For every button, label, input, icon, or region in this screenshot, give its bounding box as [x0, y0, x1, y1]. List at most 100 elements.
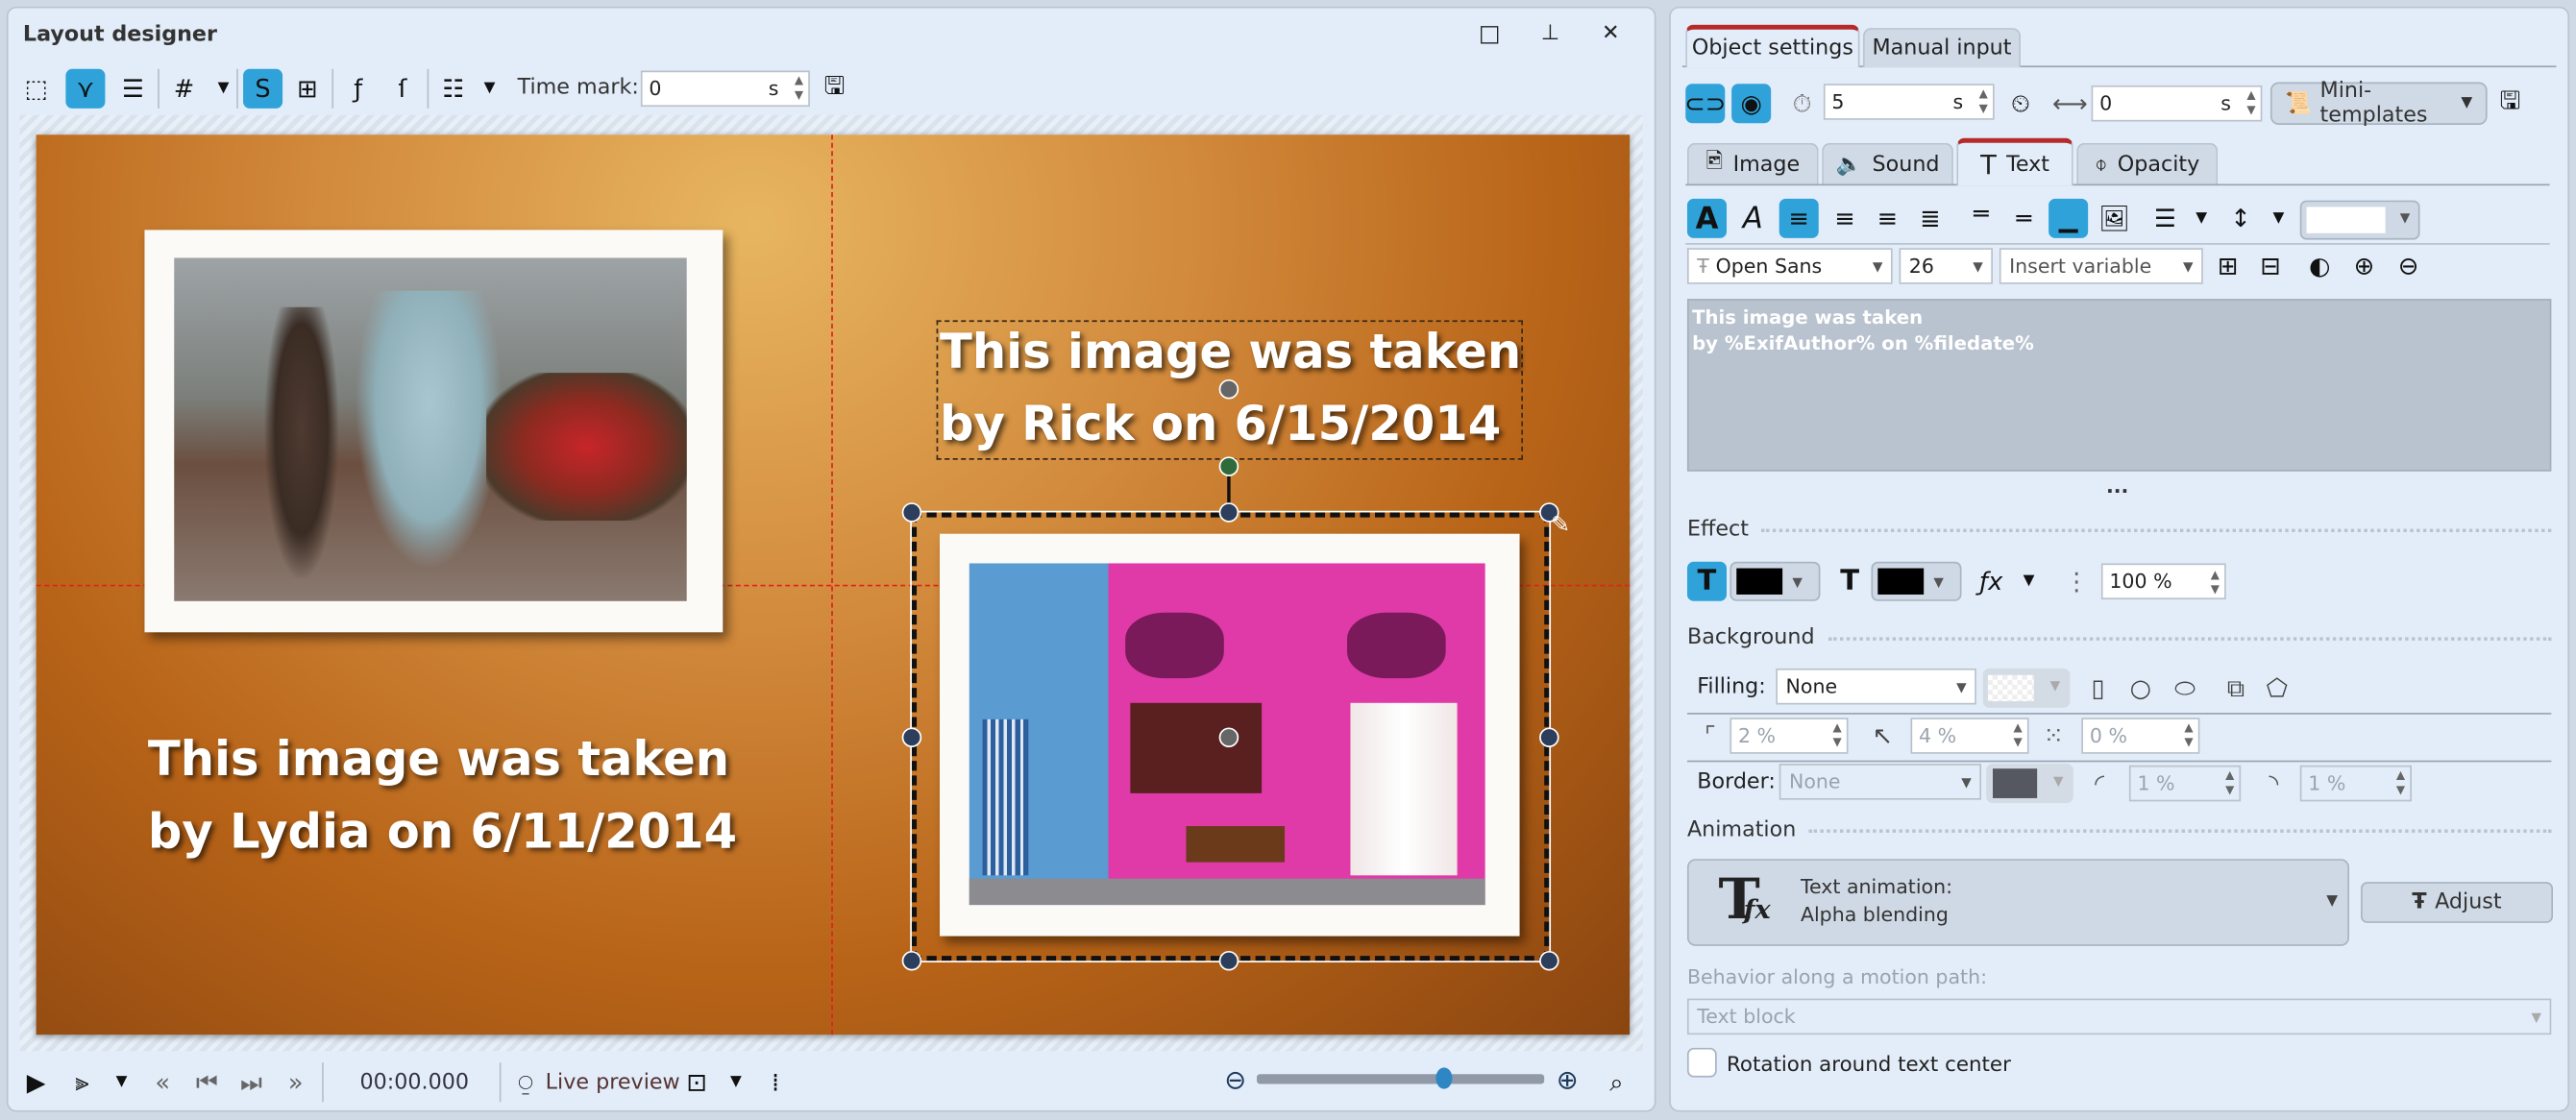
- line-spacing-icon[interactable]: ↕: [2221, 199, 2261, 238]
- text-image-icon[interactable]: 🖼: [2095, 199, 2134, 238]
- caption-center-handle[interactable]: [1218, 378, 1239, 400]
- contrast-icon[interactable]: ◐: [2300, 246, 2340, 285]
- text-editor[interactable]: This image was taken by %ExifAuthor% on %…: [1686, 299, 2552, 472]
- effect-opacity-input[interactable]: 100 % ▲ ▼: [2100, 563, 2226, 600]
- select-tool-icon[interactable]: ⬚: [16, 69, 56, 109]
- border-width-input[interactable]: 1 % ▲ ▼: [2128, 765, 2242, 802]
- tab-opacity[interactable]: ⌽ Opacity: [2076, 142, 2219, 184]
- markers-icon[interactable]: ⁞: [756, 1062, 796, 1102]
- custom-shape-icon[interactable]: ⧉: [2217, 669, 2256, 708]
- resize-handle-bl[interactable]: [901, 950, 922, 971]
- zoom-slider-thumb[interactable]: [1435, 1067, 1453, 1089]
- mini-templates-button[interactable]: 📜 Mini-templates ▼: [2269, 79, 2488, 128]
- resize-handle-r[interactable]: [1539, 727, 1559, 747]
- bold-icon[interactable]: A: [1686, 198, 1727, 238]
- grid-icon[interactable]: #: [164, 69, 204, 109]
- next-icon[interactable]: ⏭: [232, 1062, 271, 1102]
- export-dropdown-icon[interactable]: ▼: [716, 1062, 755, 1102]
- link-icon[interactable]: ⊂⊃: [1684, 84, 1726, 124]
- split-icon[interactable]: ⊟: [2250, 246, 2290, 285]
- border-radius-input[interactable]: 1 % ▲ ▼: [2299, 765, 2412, 802]
- play-from-marker-icon[interactable]: ⫸: [62, 1062, 102, 1102]
- center-handle[interactable]: [1218, 727, 1239, 747]
- resize-handle-l[interactable]: [901, 727, 922, 747]
- caption-left[interactable]: This image was taken by Lydia on 6/11/201…: [148, 722, 737, 866]
- auto-duration-icon[interactable]: ⏲: [2001, 84, 2041, 123]
- zoom-in-icon[interactable]: ⊕: [1548, 1059, 1587, 1099]
- resize-handle-tl[interactable]: [901, 502, 922, 523]
- zoom-slider[interactable]: [1256, 1074, 1545, 1084]
- resize-handle-b[interactable]: [1218, 950, 1239, 971]
- zoom-fit-icon[interactable]: ⌕: [1597, 1062, 1636, 1102]
- fast-forward-icon[interactable]: »: [276, 1062, 315, 1102]
- opacity-steps-icon[interactable]: ⋮: [2057, 562, 2097, 601]
- offset-icon[interactable]: ⟷: [2050, 84, 2090, 123]
- maximize-button[interactable]: □: [1479, 21, 1501, 47]
- align-right-icon[interactable]: ≡: [1868, 199, 1907, 238]
- adjust-button[interactable]: Ŧ Adjust: [2360, 882, 2554, 923]
- list-icon[interactable]: ☷: [433, 69, 473, 109]
- outline-color-picker[interactable]: ▼: [1730, 561, 1821, 601]
- duration-input[interactable]: 5 s ▲ ▼: [1823, 84, 1995, 120]
- zoom-in-text-icon[interactable]: ⊕: [2344, 246, 2384, 285]
- motion-path-icon[interactable]: ⋎: [65, 68, 106, 109]
- text-outline-icon[interactable]: T: [1686, 561, 1727, 601]
- filling-select[interactable]: None ▼: [1776, 668, 1976, 705]
- circle-shape-icon[interactable]: ○: [2121, 669, 2160, 708]
- curve-path-icon[interactable]: S: [243, 68, 283, 109]
- close-button[interactable]: ✕: [1602, 21, 1620, 46]
- tab-sound[interactable]: 🔈 Sound: [1822, 142, 1953, 184]
- effect-fx-icon[interactable]: ƒx: [1972, 562, 2011, 601]
- spacing-dropdown-icon[interactable]: ▼: [2259, 199, 2298, 238]
- ellipse-shape-icon[interactable]: ⬭: [2166, 669, 2205, 708]
- list-dropdown-icon[interactable]: ▼: [470, 69, 509, 109]
- align-center-icon[interactable]: ≡: [1826, 199, 1865, 238]
- more-handle[interactable]: ...: [2106, 475, 2128, 498]
- align-left-icon[interactable]: ≡: [1779, 198, 1819, 238]
- valign-top-icon[interactable]: ═: [1962, 194, 2001, 233]
- add-point-icon[interactable]: ƒ: [338, 69, 378, 109]
- save-icon[interactable]: 🖫: [815, 69, 854, 109]
- save-template-icon[interactable]: 🖫: [2490, 84, 2530, 123]
- live-preview-icon[interactable]: ⍜: [506, 1062, 546, 1102]
- camera-frame-icon[interactable]: ⊞: [287, 69, 327, 109]
- tab-manual-input[interactable]: Manual input: [1862, 28, 2022, 68]
- behavior-select[interactable]: Text block ▼: [1686, 998, 2552, 1035]
- softness-input[interactable]: 0 % ▲ ▼: [2081, 718, 2200, 754]
- tab-object-settings[interactable]: Object settings: [1685, 24, 1860, 68]
- justify-icon[interactable]: ≣: [1910, 199, 1950, 238]
- tab-image[interactable]: 🖻 Image: [1686, 142, 1819, 184]
- remove-point-icon[interactable]: ſ: [382, 69, 422, 109]
- pin-button[interactable]: ⊥: [1541, 21, 1559, 46]
- text-color-picker[interactable]: ▼: [2299, 200, 2420, 240]
- rectangle-shape-icon[interactable]: ▯: [2078, 669, 2118, 708]
- layers-icon[interactable]: ☰: [113, 69, 153, 109]
- offset-input[interactable]: 0 s ▲ ▼: [2091, 85, 2263, 122]
- font-select[interactable]: Ŧ Open Sans ▼: [1686, 248, 1893, 284]
- padding-input[interactable]: 2 % ▲ ▼: [1730, 718, 1849, 754]
- previous-icon[interactable]: ⏮: [187, 1062, 227, 1102]
- text-shadow-icon[interactable]: T: [1830, 562, 1870, 601]
- rewind-icon[interactable]: «: [143, 1062, 183, 1102]
- border-select[interactable]: None ▼: [1779, 764, 1982, 800]
- fx-dropdown-icon[interactable]: ▼: [2009, 562, 2049, 601]
- time-mark-input[interactable]: 0 s ▲ ▼: [640, 70, 810, 108]
- rotation-checkbox[interactable]: [1686, 1047, 1717, 1078]
- shadow-color-picker[interactable]: ▼: [1871, 561, 1962, 601]
- visibility-eye-icon[interactable]: ◉: [1731, 84, 1772, 124]
- tab-text[interactable]: T Text: [1956, 137, 2073, 186]
- rotation-label[interactable]: Rotation around text center: [1727, 1051, 2011, 1076]
- list-dropdown-icon[interactable]: ▼: [2182, 199, 2221, 238]
- zoom-out-text-icon[interactable]: ⊖: [2389, 246, 2428, 285]
- live-preview-button[interactable]: Live preview: [546, 1071, 680, 1096]
- valign-middle-icon[interactable]: ═: [2004, 199, 2044, 238]
- insert-variable-select[interactable]: Insert variable ▼: [1999, 248, 2203, 284]
- bullet-list-icon[interactable]: ☰: [2146, 199, 2185, 238]
- zoom-out-icon[interactable]: ⊖: [1215, 1059, 1255, 1099]
- export-icon[interactable]: ⊡: [676, 1062, 716, 1102]
- play-icon[interactable]: ▶: [16, 1062, 56, 1102]
- resize-handle-br[interactable]: [1539, 950, 1559, 971]
- resize-handle-t[interactable]: [1218, 502, 1239, 523]
- valign-bottom-icon[interactable]: ▁: [2049, 198, 2089, 238]
- distribute-icon[interactable]: ⊞: [2208, 246, 2247, 285]
